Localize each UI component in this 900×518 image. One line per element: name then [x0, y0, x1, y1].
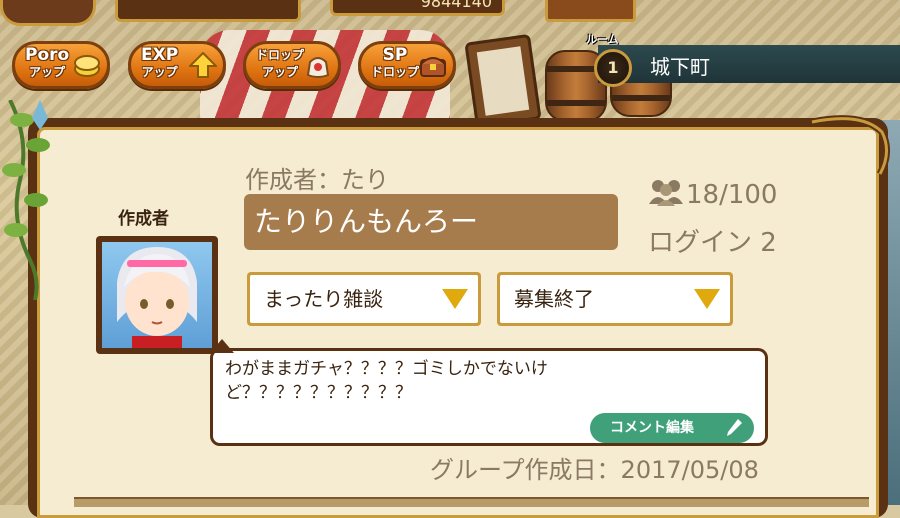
bag-icon — [306, 57, 330, 78]
member-count: 18/100 — [648, 178, 777, 210]
boost-sub-text: ドロップ — [371, 65, 420, 79]
boost-sub-text: アップ — [29, 65, 66, 79]
boost-sub-text: アップ — [141, 65, 178, 79]
edit-comment-label: コメント編集 — [610, 420, 694, 436]
drop-up-button[interactable]: ドロップ アップ — [243, 41, 341, 89]
room-number-badge: ルーム 1 — [586, 33, 636, 87]
drop-up-label: ドロップ アップ — [256, 47, 304, 81]
group-comment: わがままガチャ？？？？ゴミしかでないけど？？？？？？？？？？ — [225, 359, 548, 403]
edit-comment-button[interactable]: コメント編集 — [590, 413, 754, 443]
recruit-status-value: 募集終了 — [514, 287, 594, 311]
dropdown-arrow-icon — [694, 289, 720, 309]
category-value: まったり雑談 — [264, 287, 384, 311]
room-tag-label: ルーム — [586, 33, 619, 46]
boost-main-text: ドロップ — [256, 48, 305, 62]
top-status-bar: 9844140 — [0, 0, 900, 26]
sp-drop-label: SP ドロップ — [371, 47, 419, 81]
dropdown-arrow-icon — [442, 289, 468, 309]
frame-corner-ornament — [811, 115, 890, 176]
coin-icon — [74, 55, 100, 77]
login-count: ログイン 2 — [648, 228, 777, 258]
poro-up-button[interactable]: Poro アップ — [12, 41, 110, 89]
pencil-icon — [727, 419, 742, 436]
stamina-meter — [115, 0, 301, 22]
creator-avatar[interactable] — [96, 236, 218, 354]
top-menu-button[interactable] — [545, 0, 636, 22]
chest-icon — [420, 57, 446, 77]
room-banner[interactable]: ルーム 1 城下町 — [586, 33, 900, 87]
character-portrait-icon — [117, 247, 197, 348]
bubble-tail — [210, 339, 234, 353]
avatar-image — [102, 242, 212, 348]
boost-main-text: SP — [382, 45, 408, 65]
boost-main-text: EXP — [141, 45, 179, 65]
notice-board — [464, 33, 542, 129]
room-name: 城下町 — [650, 55, 710, 79]
group-author: 作成者：たり — [245, 166, 389, 194]
vine-decoration — [2, 100, 50, 300]
creator-label: 作成者 — [118, 209, 169, 229]
player-level-slot — [0, 0, 96, 26]
member-count-value: 18/100 — [686, 180, 778, 210]
money-display: 9844140 — [330, 0, 505, 16]
panel-bottom-strip — [74, 497, 869, 507]
group-name-field[interactable]: たりりんもんろー — [244, 194, 618, 250]
group-created-date: グループ作成日：2017/05/08 — [430, 456, 759, 484]
boost-main-text: Poro — [25, 45, 70, 65]
recruit-status-dropdown-box: 募集終了 — [500, 275, 730, 323]
up-arrow-icon — [189, 52, 217, 78]
category-dropdown[interactable]: まったり雑談 — [247, 272, 481, 326]
category-dropdown-box: まったり雑談 — [250, 275, 478, 323]
exp-up-button[interactable]: EXP アップ — [128, 41, 226, 89]
poro-up-label: Poro アップ — [25, 47, 69, 81]
sp-drop-button[interactable]: SP ドロップ — [358, 41, 456, 89]
members-icon — [649, 180, 683, 206]
room-number: 1 — [594, 49, 632, 87]
recruit-status-dropdown[interactable]: 募集終了 — [497, 272, 733, 326]
exp-up-label: EXP アップ — [141, 47, 178, 81]
boost-sub-text: アップ — [262, 65, 299, 79]
